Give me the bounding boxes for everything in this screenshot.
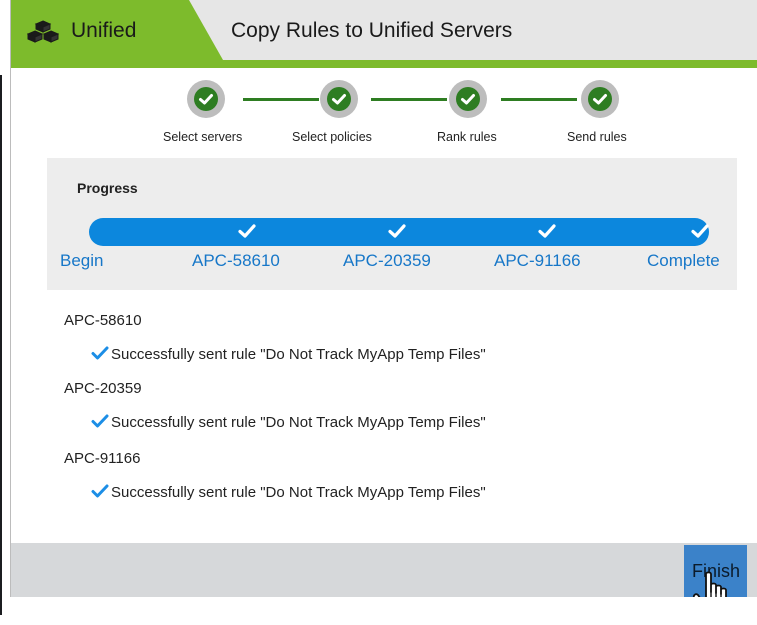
success-check-icon xyxy=(91,414,109,432)
step-connector xyxy=(371,98,447,101)
result-message-row: Successfully sent rule "Do Not Track MyA… xyxy=(91,484,486,502)
checkmark-icon xyxy=(690,222,710,245)
step-complete-icon[interactable] xyxy=(581,80,619,118)
step-label-select-policies: Select policies xyxy=(292,130,372,144)
result-message: Successfully sent rule "Do Not Track MyA… xyxy=(111,346,486,363)
progress-title: Progress xyxy=(77,180,138,196)
result-server-name: APC-91166 xyxy=(64,450,141,467)
step-label-send-rules: Send rules xyxy=(567,130,627,144)
progress-stage-begin: Begin xyxy=(60,251,104,270)
step-complete-icon[interactable] xyxy=(449,80,487,118)
dialog-title: Copy Rules to Unified Servers xyxy=(231,19,513,42)
progress-stage-label: APC-91166 xyxy=(494,251,581,270)
result-message-row: Successfully sent rule "Do Not Track MyA… xyxy=(91,414,486,432)
checkmark-icon xyxy=(387,222,407,245)
result-message: Successfully sent rule "Do Not Track MyA… xyxy=(111,414,486,431)
progress-stage-label: APC-20359 xyxy=(343,251,431,270)
result-message: Successfully sent rule "Do Not Track MyA… xyxy=(111,484,486,501)
step-label-select-servers: Select servers xyxy=(163,130,243,144)
copy-rules-dialog: Unified Copy Rules to Unified Servers Se… xyxy=(10,0,757,597)
checkmark-icon xyxy=(537,222,557,245)
wizard-stepper: Select servers Select policies Rank rule… xyxy=(11,72,757,152)
result-message-row: Successfully sent rule "Do Not Track MyA… xyxy=(91,346,486,364)
result-server-name: APC-58610 xyxy=(64,312,142,329)
success-check-icon xyxy=(91,484,109,502)
progress-panel: Progress Begin APC-58610 APC-20359 APC-9… xyxy=(47,158,737,290)
success-check-icon xyxy=(91,346,109,364)
checkmark-icon xyxy=(237,222,257,245)
result-server-name: APC-20359 xyxy=(64,380,142,397)
step-connector xyxy=(243,98,319,101)
background-edge xyxy=(0,0,10,623)
step-connector xyxy=(501,98,577,101)
outer-background xyxy=(10,597,757,623)
app-name: Unified xyxy=(71,19,137,42)
step-complete-icon[interactable] xyxy=(320,80,358,118)
step-complete-icon[interactable] xyxy=(187,80,225,118)
dialog-footer xyxy=(11,543,757,597)
step-label-rank-rules: Rank rules xyxy=(437,130,497,144)
progress-stage-complete: Complete xyxy=(647,251,720,270)
progress-stage-label: APC-58610 xyxy=(192,251,280,270)
brand-tab: Unified xyxy=(11,0,223,68)
